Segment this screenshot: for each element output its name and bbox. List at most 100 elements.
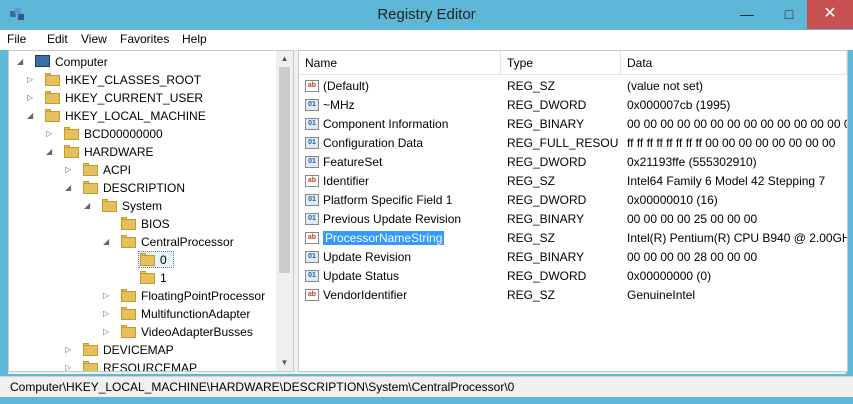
value-row[interactable]: 01 Update Status REG_DWORD 0x00000000 (0) xyxy=(299,267,847,286)
value-type: REG_BINARY xyxy=(507,117,585,131)
close-button[interactable]: ✕ xyxy=(807,0,853,29)
menu-view[interactable]: View xyxy=(81,32,107,46)
folder-icon xyxy=(45,109,60,122)
expander-icon[interactable]: ▷ xyxy=(46,125,56,143)
value-row[interactable]: ab ProcessorNameString REG_SZ Intel(R) Pent… xyxy=(299,229,847,248)
value-row[interactable]: 01 Component Information REG_BINARY 00 00 0… xyxy=(299,115,847,134)
tree-item-label: HKEY_CLASSES_ROOT xyxy=(65,73,202,87)
folder-icon xyxy=(83,343,98,356)
folder-icon xyxy=(64,145,79,158)
folder-icon xyxy=(83,361,98,371)
tree-item-label: BCD00000000 xyxy=(84,127,163,141)
folder-icon xyxy=(121,307,136,320)
value-name: Component Information xyxy=(323,117,449,131)
value-row[interactable]: 01 ~MHz REG_DWORD 0x000007cb (1995) xyxy=(299,96,847,115)
value-data: (value not set) xyxy=(627,79,704,93)
value-type: REG_FULL_RESOU... xyxy=(507,136,619,150)
tree-scrollbar[interactable]: ▲ ▼ xyxy=(276,51,293,371)
binary-value-icon: 01 xyxy=(305,156,319,168)
value-data: 0x21193ffe (555302910) xyxy=(627,155,757,169)
expander-icon[interactable]: ◢ xyxy=(27,107,37,125)
scroll-down-arrow-icon[interactable]: ▼ xyxy=(276,355,293,371)
expander-icon[interactable]: ▷ xyxy=(27,71,37,89)
menu-help[interactable]: Help xyxy=(182,32,207,46)
folder-icon xyxy=(140,253,155,266)
tree-item-label: RESOURCEMAP xyxy=(103,361,198,372)
value-row[interactable]: 01 Platform Specific Field 1 REG_DWORD 0x00… xyxy=(299,191,847,210)
folder-icon xyxy=(121,217,136,230)
expander-icon[interactable]: ◢ xyxy=(84,197,94,215)
folder-icon xyxy=(45,91,60,104)
folder-icon xyxy=(83,163,98,176)
value-row[interactable]: ab VendorIdentifier REG_SZ GenuineIntel xyxy=(299,286,847,305)
value-type: REG_SZ xyxy=(507,174,556,188)
computer-icon xyxy=(35,55,50,67)
binary-value-icon: 01 xyxy=(305,194,319,206)
scroll-thumb[interactable] xyxy=(279,67,290,273)
expander-icon[interactable]: ▷ xyxy=(103,323,113,341)
value-data: GenuineIntel xyxy=(627,288,696,302)
menu-file[interactable]: File xyxy=(7,32,26,46)
key-tree-pane[interactable]: ◢ Computer ▷ HKEY_CLASSES_ROOT ▷ HKEY_CURRE… xyxy=(8,50,294,372)
tree-item-label: DESCRIPTION xyxy=(103,181,186,195)
tree-item-label: CentralProcessor xyxy=(141,235,234,249)
value-name: VendorIdentifier xyxy=(323,288,408,302)
expander-icon[interactable]: ◢ xyxy=(46,143,56,161)
expander-icon[interactable]: ◢ xyxy=(65,179,75,197)
maximize-button[interactable]: □ xyxy=(767,0,811,29)
column-header-name[interactable]: Name xyxy=(299,51,501,75)
menu-edit[interactable]: Edit xyxy=(47,32,68,46)
expander-icon[interactable]: ▷ xyxy=(103,287,113,305)
value-row[interactable]: ab Identifier REG_SZ Intel64 Family 6 Model… xyxy=(299,172,847,191)
tree-item-label: DEVICEMAP xyxy=(103,343,174,357)
minimize-button[interactable]: — xyxy=(725,0,769,29)
expander-icon[interactable]: ◢ xyxy=(17,53,27,71)
expander-icon[interactable]: ▷ xyxy=(27,89,37,107)
value-type: REG_DWORD xyxy=(507,269,587,283)
column-header-data[interactable]: Data xyxy=(621,51,847,75)
tree-item-label: System xyxy=(122,199,163,213)
value-data: 00 00 00 00 28 00 00 00 xyxy=(627,250,758,264)
tree-item-label: MultifunctionAdapter xyxy=(141,307,251,321)
value-row[interactable]: 01 FeatureSet REG_DWORD 0x21193ffe (5553029… xyxy=(299,153,847,172)
value-row[interactable]: 01 Previous Update Revision REG_BINARY 00 0… xyxy=(299,210,847,229)
value-row[interactable]: 01 Configuration Data REG_FULL_RESOU... ff … xyxy=(299,134,847,153)
binary-value-icon: 01 xyxy=(305,213,319,225)
value-name: Update Status xyxy=(323,269,400,283)
folder-icon xyxy=(45,73,60,86)
folder-icon xyxy=(102,199,117,212)
binary-value-icon: 01 xyxy=(305,137,319,149)
title-bar[interactable]: Registry Editor — □ ✕ xyxy=(0,0,853,30)
folder-icon xyxy=(83,181,98,194)
column-header-type[interactable]: Type xyxy=(501,51,621,75)
tree-item-label: FloatingPointProcessor xyxy=(141,289,266,303)
status-path: Computer\HKEY_LOCAL_MACHINE\HARDWARE\DES… xyxy=(10,380,515,394)
values-list-pane[interactable]: Name Type Data ab (Default) REG_SZ (value n… xyxy=(298,50,848,372)
tree-item-label: HARDWARE xyxy=(84,145,154,159)
expander-icon[interactable]: ◢ xyxy=(103,233,113,251)
expander-icon[interactable]: ▷ xyxy=(65,359,75,371)
expander-icon[interactable]: ▷ xyxy=(65,341,75,359)
expander-icon[interactable]: ▷ xyxy=(103,305,113,323)
scroll-up-arrow-icon[interactable]: ▲ xyxy=(276,51,293,67)
expander-icon[interactable]: ▷ xyxy=(65,161,75,179)
folder-icon xyxy=(121,235,136,248)
value-name: (Default) xyxy=(323,79,370,93)
tree-item-label: 1 xyxy=(160,271,167,285)
value-name: Previous Update Revision xyxy=(323,212,462,226)
value-type: REG_DWORD xyxy=(507,193,587,207)
value-row[interactable]: 01 Update Revision REG_BINARY 00 00 00 00 2… xyxy=(299,248,847,267)
content-area: ◢ Computer ▷ HKEY_CLASSES_ROOT ▷ HKEY_CURRE… xyxy=(8,50,848,374)
tree-item-label: BIOS xyxy=(141,217,170,231)
string-value-icon: ab xyxy=(305,289,319,301)
tree-item-label: 0 xyxy=(160,253,167,267)
menu-favorites[interactable]: Favorites xyxy=(120,32,169,46)
value-name: Update Revision xyxy=(323,250,412,264)
value-row[interactable]: ab (Default) REG_SZ (value not set) xyxy=(299,77,847,96)
value-data: Intel(R) Pentium(R) CPU B940 @ 2.00GHz xyxy=(627,231,847,245)
string-value-icon: ab xyxy=(305,232,319,244)
string-value-icon: ab xyxy=(305,80,319,92)
binary-value-icon: 01 xyxy=(305,251,319,263)
value-name: Platform Specific Field 1 xyxy=(323,193,453,207)
value-data: Intel64 Family 6 Model 42 Stepping 7 xyxy=(627,174,826,188)
